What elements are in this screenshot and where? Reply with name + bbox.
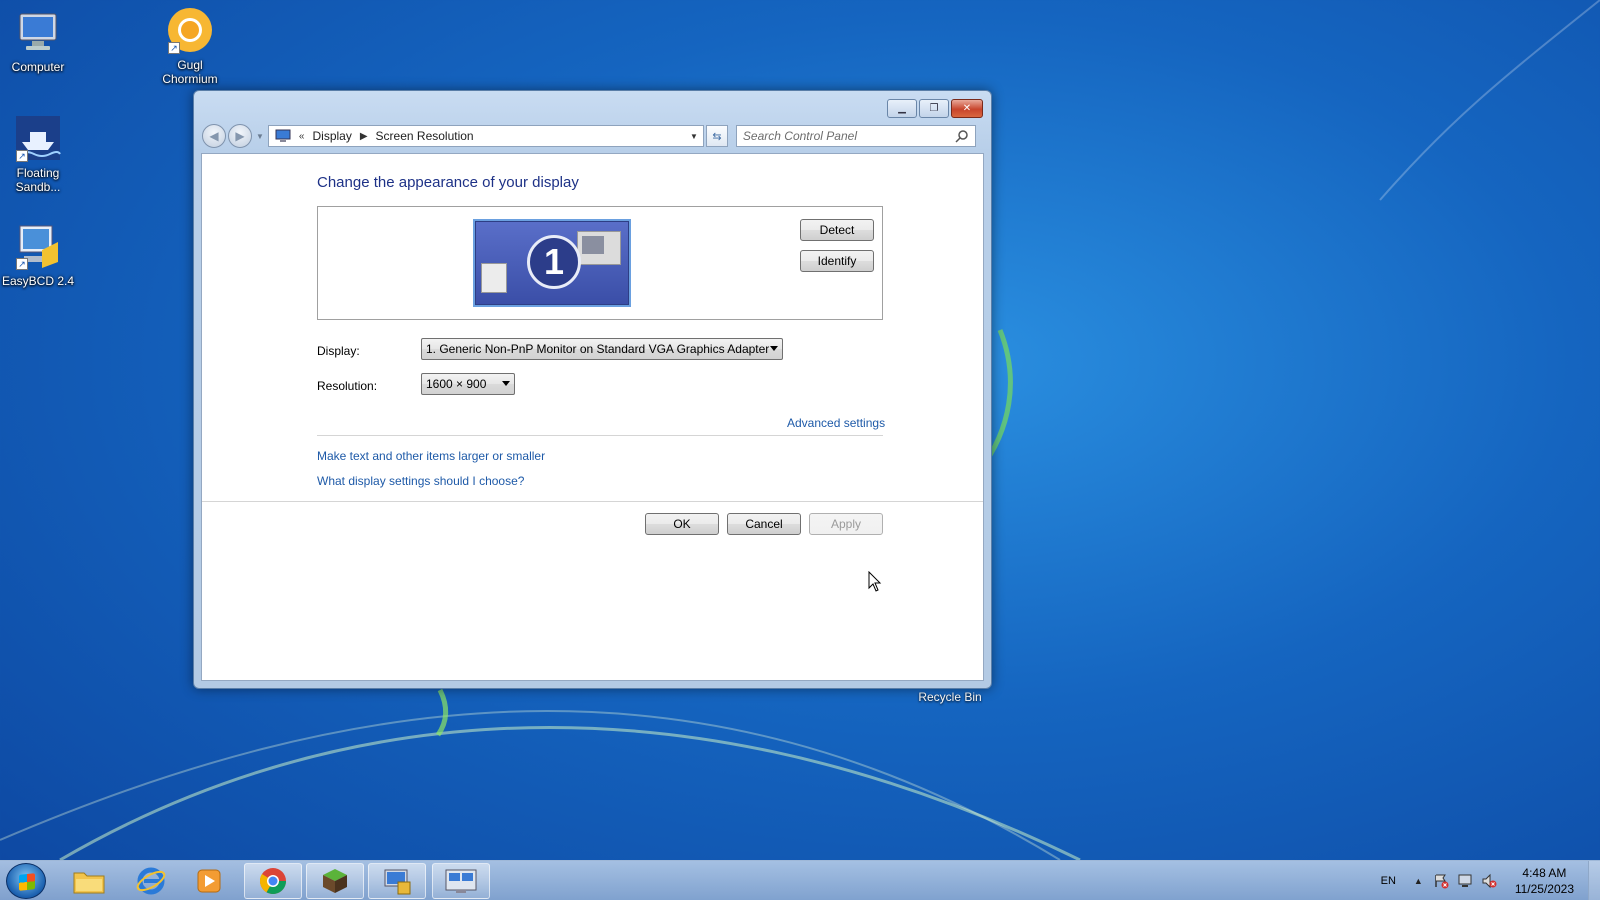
desktop-icon-computer[interactable]: Computer [0, 8, 78, 74]
search-icon[interactable] [955, 129, 969, 143]
detect-button[interactable]: Detect [800, 219, 874, 241]
identify-button[interactable]: Identify [800, 250, 874, 272]
taskbar-screen-resolution[interactable] [432, 863, 490, 899]
file-explorer-icon [73, 872, 105, 894]
ok-button[interactable]: OK [645, 513, 719, 535]
apply-button[interactable]: Apply [809, 513, 883, 535]
desktop-icon-chromium[interactable]: ↗ Gugl Chormium [150, 6, 230, 86]
resolution-label: Resolution: [317, 379, 378, 393]
breadcrumb-separator-icon[interactable]: ▶ [360, 131, 368, 142]
monitor-number: 1 [527, 235, 581, 289]
shortcut-arrow-icon: ↗ [168, 42, 180, 54]
content-pane: Change the appearance of your display 1 … [201, 153, 984, 681]
computer-icon [14, 8, 62, 56]
display-help-link[interactable]: What display settings should I choose? [317, 474, 524, 488]
easybcd-icon: ↗ [14, 222, 62, 270]
refresh-icon: ⇆ [712, 130, 722, 143]
display-select[interactable]: 1. Generic Non-PnP Monitor on Standard V… [421, 338, 783, 360]
page-title: Change the appearance of your display [317, 174, 579, 191]
breadcrumb-item-screen-resolution[interactable]: Screen Resolution [376, 129, 474, 143]
action-center-icon[interactable] [1433, 873, 1449, 889]
desktop-icon-floating-sandbox[interactable]: ↗ Floating Sandb... [0, 114, 78, 194]
minimize-icon: ▁ [898, 103, 906, 114]
taskbar-media-player[interactable] [180, 863, 238, 899]
desktop-icon-label: EasyBCD 2.4 [1, 274, 75, 288]
taskbar-chrome[interactable] [244, 863, 302, 899]
shortcut-arrow-icon: ↗ [16, 258, 28, 270]
taskbar: EN ▲ 4:48 AM 11/25/2023 [0, 860, 1600, 900]
minecraft-icon [323, 869, 347, 893]
cancel-button[interactable]: Cancel [727, 513, 801, 535]
search-input[interactable]: Search Control Panel [735, 125, 976, 147]
navigation-bar: ◀ ▶ ▼ « Display ▶ Screen Resolution ▼ ⇆ … [202, 123, 983, 149]
shortcut-arrow-icon: ↗ [16, 150, 28, 162]
breadcrumb-item-display[interactable]: Display [312, 129, 351, 143]
clock-date: 11/25/2023 [1514, 882, 1574, 896]
resolution-select[interactable]: 1600 × 900 [421, 373, 515, 395]
clock[interactable]: 4:48 AM 11/25/2023 [1515, 865, 1574, 897]
resolution-select-value: 1600 × 900 [426, 377, 487, 391]
restore-icon: ❐ [929, 103, 939, 114]
window-preview-icon [577, 231, 621, 265]
control-panel-icon [275, 129, 291, 142]
screen-resolution-icon [445, 869, 477, 893]
divider [317, 435, 883, 436]
desktop-icon-label: Recycle Bin [918, 690, 982, 704]
close-button[interactable]: ✕ [951, 99, 983, 118]
display-label: Display: [317, 344, 360, 358]
desktop-icon-label: Computer [11, 60, 65, 74]
refresh-button[interactable]: ⇆ [705, 125, 728, 147]
text-size-link[interactable]: Make text and other items larger or smal… [317, 449, 545, 463]
monitor-arrangement-panel: 1 Detect Identify [317, 206, 883, 320]
search-placeholder: Search Control Panel [742, 129, 857, 143]
display-select-value: 1. Generic Non-PnP Monitor on Standard V… [426, 342, 770, 356]
internet-explorer-icon [136, 867, 166, 895]
chromium-icon: ↗ [166, 6, 214, 54]
desktop-icon-label: Floating Sandb... [15, 166, 61, 194]
language-indicator[interactable]: EN [1381, 875, 1396, 887]
forward-arrow-icon: ▶ [235, 129, 245, 143]
taskbar-minecraft[interactable] [306, 863, 364, 899]
taskbar-internet-explorer[interactable] [122, 863, 180, 899]
show-desktop-button[interactable] [1588, 861, 1600, 900]
chrome-icon [259, 868, 287, 895]
back-arrow-icon: ◀ [209, 129, 219, 143]
recent-pages-dropdown[interactable]: ▼ [256, 132, 264, 141]
system-tray: EN ▲ 4:48 AM 11/25/2023 [1381, 861, 1600, 900]
volume-muted-icon[interactable] [1481, 873, 1497, 889]
screen-resolution-window[interactable]: ▁ ❐ ✕ ◀ ▶ ▼ « Display ▶ Screen Resolutio… [193, 90, 992, 689]
chevron-down-icon [770, 346, 778, 351]
show-hidden-icons-icon[interactable]: ▲ [1414, 876, 1423, 886]
document-preview-icon [481, 263, 507, 293]
floating-sandbox-icon: ↗ [14, 114, 62, 162]
taskbar-control-panel[interactable] [368, 863, 426, 899]
desktop-icon-label: Gugl Chormium [162, 58, 218, 86]
network-icon[interactable] [1457, 873, 1473, 889]
maximize-button[interactable]: ❐ [919, 99, 949, 118]
address-dropdown-icon[interactable]: ▼ [690, 132, 698, 141]
chevron-down-icon [502, 381, 510, 386]
clock-time: 4:48 AM [1522, 866, 1567, 880]
window-controls: ▁ ❐ ✕ [887, 99, 983, 118]
start-button[interactable] [6, 863, 46, 899]
advanced-settings-link[interactable]: Advanced settings [787, 416, 885, 430]
media-player-icon [197, 869, 221, 893]
close-icon: ✕ [962, 103, 972, 114]
divider [202, 501, 983, 502]
mouse-cursor-icon [868, 571, 882, 592]
breadcrumb-overflow[interactable]: « [299, 131, 305, 142]
monitor-1-thumbnail[interactable]: 1 [473, 219, 631, 307]
forward-button[interactable]: ▶ [228, 124, 252, 148]
address-bar[interactable]: « Display ▶ Screen Resolution ▼ [267, 125, 704, 147]
back-button[interactable]: ◀ [202, 124, 226, 148]
control-panel-icon [384, 869, 411, 895]
taskbar-file-explorer[interactable] [60, 863, 118, 899]
desktop-icon-easybcd[interactable]: ↗ EasyBCD 2.4 [0, 222, 78, 288]
minimize-button[interactable]: ▁ [887, 99, 917, 118]
